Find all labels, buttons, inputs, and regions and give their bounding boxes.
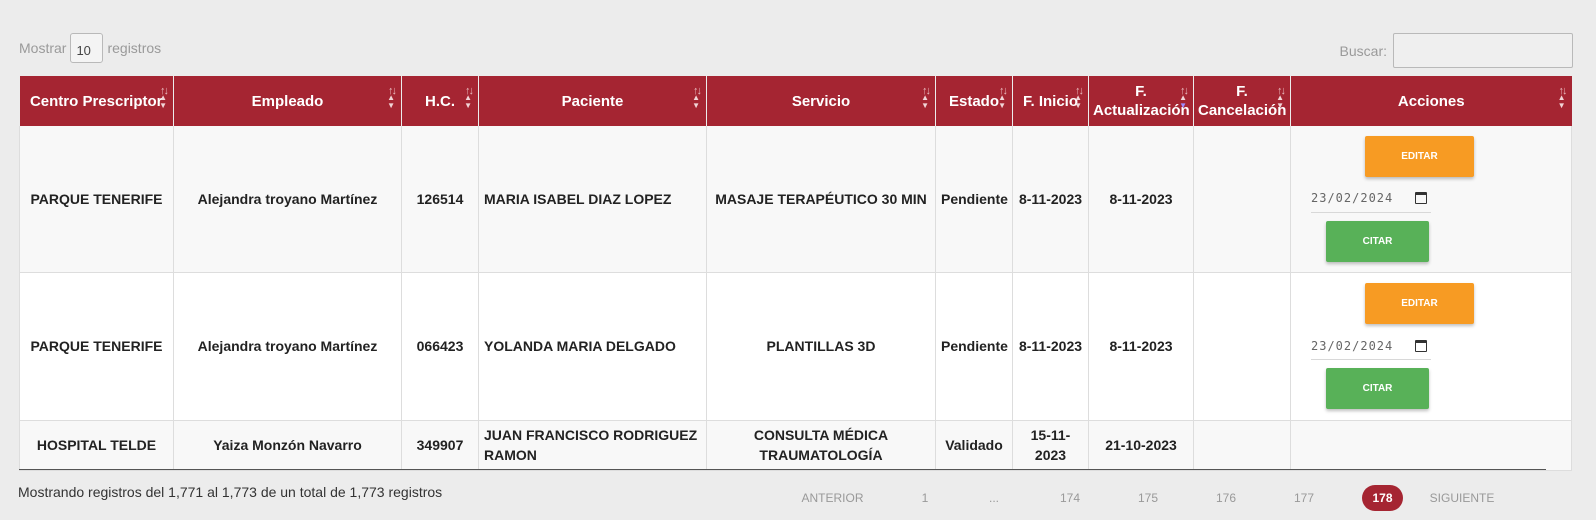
cell-inicio: 8-11-2023	[1012, 272, 1089, 421]
cell-hc: 349907	[401, 420, 479, 471]
header-row: Centro Prescriptor ↑↓ ▲ ▼ Empleado ↑↓ ▲ ▼ H.C.…	[19, 76, 1572, 126]
cell-inicio: 15-11-2023	[1012, 420, 1089, 471]
cell-estado: Pendiente	[935, 126, 1013, 273]
cell-empleado: Alejandra troyano Martínez	[173, 272, 402, 421]
pagination-page-176[interactable]: 176	[1174, 485, 1278, 511]
sort-arrows-icon: ▲ ▼	[1074, 93, 1082, 110]
sort-arrows-icon: ▲ ▼	[1557, 93, 1566, 110]
column-header-paciente[interactable]: Paciente ↑↓ ▲ ▼	[478, 76, 707, 126]
records-table: Centro Prescriptor ↑↓ ▲ ▼ Empleado ↑↓ ▲ ▼ H.C.…	[19, 76, 1572, 471]
cell-centro: PARQUE TENERIFE	[19, 126, 174, 273]
pagination-ellipsis: ...	[988, 491, 999, 505]
table-row: HOSPITAL TELDE Yaiza Monzón Navarro 3499…	[19, 420, 1572, 471]
column-header-estado[interactable]: Estado ↑↓ ▲ ▼	[935, 76, 1013, 126]
edit-button[interactable]: EDITAR	[1365, 135, 1474, 177]
cell-acciones: EDITAR 23/02/2024 CITAR	[1290, 272, 1572, 421]
column-header-inicio[interactable]: F. Inicio ↑↓ ▲ ▼	[1012, 76, 1089, 126]
cell-servicio: CONSULTA MÉDICA TRAUMATOLOGÍA	[706, 420, 936, 471]
cell-empleado: Yaiza Monzón Navarro	[173, 420, 402, 471]
records-label: registros	[107, 40, 162, 56]
cell-hc: 066423	[401, 272, 479, 421]
cell-cancelacion	[1193, 420, 1291, 471]
table-info: Mostrando registros del 1,771 al 1,773 d…	[18, 484, 443, 500]
search-control: Buscar:	[1340, 33, 1573, 68]
show-label: Mostrar	[19, 40, 67, 56]
column-header-cancelacion[interactable]: F. Cancelación ↑↓ ▲ ▼	[1193, 76, 1291, 126]
cell-actualizacion: 21-10-2023	[1088, 420, 1194, 471]
search-label: Buscar:	[1339, 42, 1387, 59]
cell-estado: Validado	[935, 420, 1013, 471]
cite-button[interactable]: CITAR	[1326, 368, 1429, 409]
cell-centro: PARQUE TENERIFE	[19, 272, 174, 421]
cell-paciente: MARIA ISABEL DIAZ LOPEZ	[478, 126, 707, 273]
pagination-page-178-current[interactable]: 178	[1362, 485, 1403, 511]
cell-centro: HOSPITAL TELDE	[19, 420, 174, 471]
calendar-icon[interactable]	[1415, 339, 1427, 352]
cell-hc: 126514	[401, 126, 479, 273]
cell-cancelacion	[1193, 272, 1291, 421]
date-value: 23/02/2024	[1311, 191, 1394, 206]
cell-acciones: EDITAR 23/02/2024 CITAR	[1290, 126, 1572, 273]
sort-arrows-icon: ▲ ▼	[692, 93, 700, 110]
column-header-centro[interactable]: Centro Prescriptor ↑↓ ▲ ▼	[19, 76, 174, 126]
edit-button[interactable]: EDITAR	[1365, 283, 1474, 324]
cell-empleado: Alejandra troyano Martínez	[173, 126, 402, 273]
cell-cancelacion	[1193, 126, 1291, 273]
table-bottom-border	[19, 469, 1546, 470]
appointment-date-input[interactable]: 23/02/2024	[1311, 185, 1431, 213]
column-header-empleado[interactable]: Empleado ↑↓ ▲ ▼	[173, 76, 402, 126]
appointment-date-input[interactable]: 23/02/2024	[1311, 332, 1431, 360]
cell-servicio: MASAJE TERAPÉUTICO 30 MIN	[706, 126, 936, 273]
cell-paciente: JUAN FRANCISCO RODRIGUEZ RAMON	[478, 420, 707, 471]
sort-arrows-icon: ▲ ▼	[1276, 93, 1284, 110]
pagination-page-1[interactable]: 1	[880, 485, 970, 511]
cell-actualizacion: 8-11-2023	[1088, 272, 1194, 421]
page-length-select[interactable]: 10	[70, 33, 104, 63]
cell-servicio: PLANTILLAS 3D	[706, 272, 936, 421]
pagination-page-175[interactable]: 175	[1122, 485, 1174, 511]
cell-acciones	[1290, 420, 1572, 471]
cell-paciente: YOLANDA MARIA DELGADO	[478, 272, 707, 421]
column-header-servicio[interactable]: Servicio ↑↓ ▲ ▼	[706, 76, 936, 126]
sort-arrows-icon: ▲ ▼	[1179, 93, 1187, 110]
sort-arrows-icon: ▲ ▼	[159, 93, 167, 110]
pagination-page-174[interactable]: 174	[1018, 485, 1122, 511]
column-header-hc[interactable]: H.C. ↑↓ ▲ ▼	[401, 76, 479, 126]
cite-button[interactable]: CITAR	[1326, 220, 1429, 262]
pagination-previous[interactable]: ANTERIOR	[785, 485, 880, 511]
length-control: Mostrar 10 registros	[19, 33, 161, 63]
pagination-page-177[interactable]: 177	[1278, 485, 1330, 511]
calendar-icon[interactable]	[1415, 192, 1427, 205]
cell-actualizacion: 8-11-2023	[1088, 126, 1194, 273]
column-header-actualizacion[interactable]: F. Actualización ↑↓ ▲ ▼	[1088, 76, 1194, 126]
table-row: PARQUE TENERIFE Alejandra troyano Martín…	[19, 126, 1572, 273]
sort-arrows-icon: ▲ ▼	[998, 93, 1006, 110]
sort-arrows-icon: ▲ ▼	[921, 93, 929, 110]
cell-estado: Pendiente	[935, 272, 1013, 421]
pagination-next[interactable]: SIGUIENTE	[1403, 485, 1521, 511]
date-value: 23/02/2024	[1311, 338, 1394, 353]
column-header-acciones[interactable]: Acciones ↑↓ ▲ ▼	[1290, 76, 1572, 126]
pagination: ANTERIOR 1 ... 174 175 176 177 178 SIGUI…	[785, 484, 1521, 512]
search-input[interactable]	[1393, 33, 1573, 68]
sort-arrows-icon: ▲ ▼	[464, 93, 472, 110]
cell-inicio: 8-11-2023	[1012, 126, 1089, 273]
table-row: PARQUE TENERIFE Alejandra troyano Martín…	[19, 272, 1572, 421]
sort-arrows-icon: ▲ ▼	[387, 93, 395, 110]
